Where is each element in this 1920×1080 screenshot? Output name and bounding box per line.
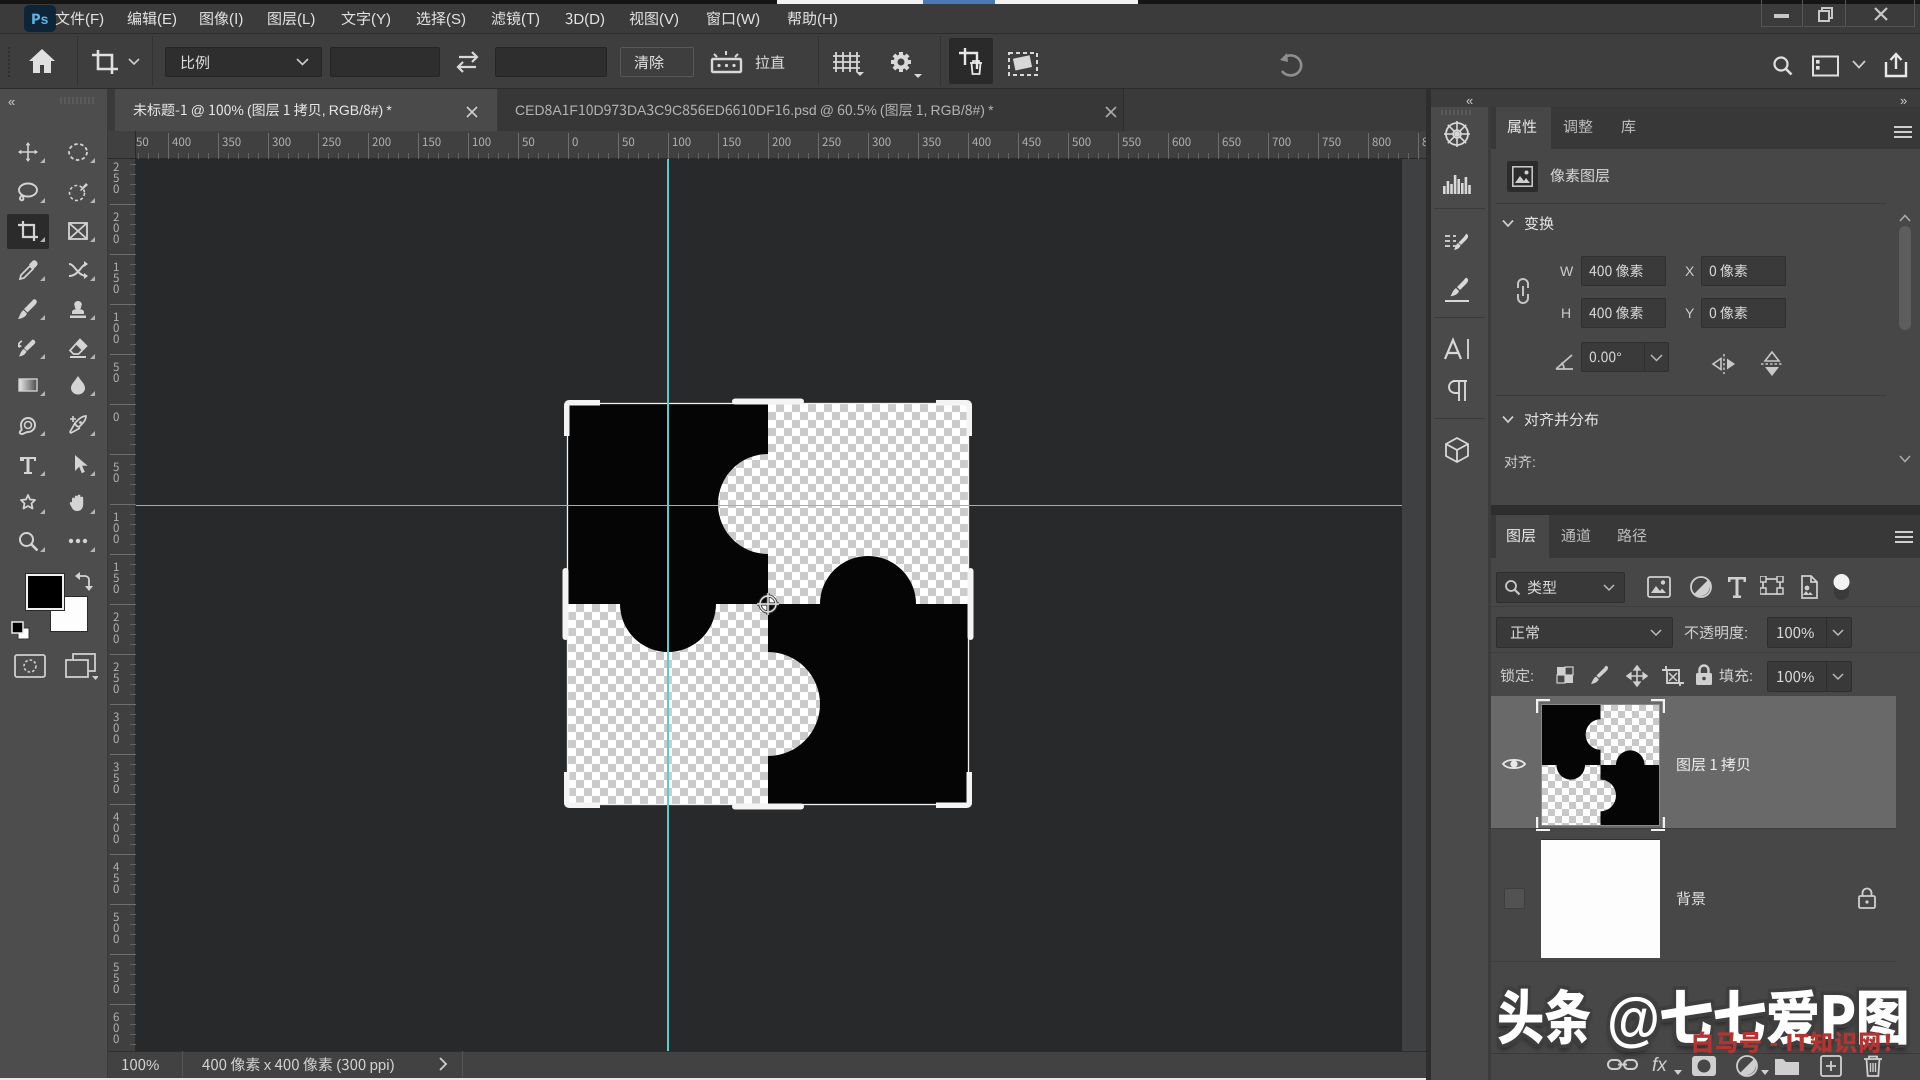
svg-text:fx: fx (1652, 1055, 1668, 1076)
